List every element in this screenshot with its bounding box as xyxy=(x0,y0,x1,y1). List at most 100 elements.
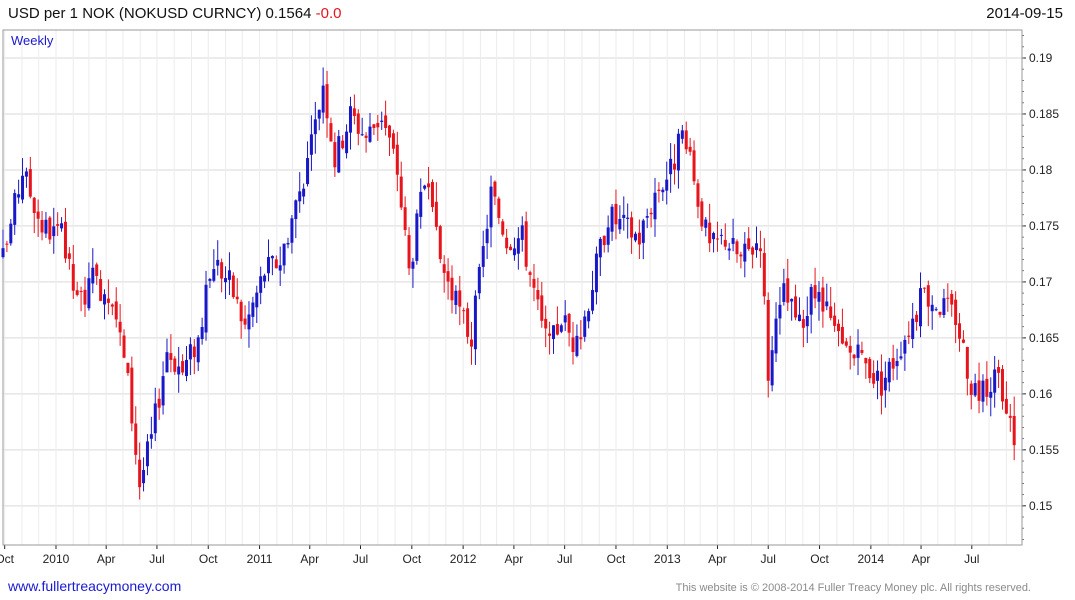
candle-body xyxy=(630,217,634,238)
candle-body xyxy=(407,235,411,269)
candle-body xyxy=(403,207,407,230)
candle-body xyxy=(540,295,544,321)
candle-body xyxy=(786,278,790,303)
candle-body xyxy=(555,323,559,335)
candle-body xyxy=(477,267,481,294)
candle-body xyxy=(993,369,997,393)
candle-body xyxy=(196,337,200,363)
candle-body xyxy=(895,360,899,367)
candle-body xyxy=(1004,398,1008,414)
candle-body xyxy=(766,299,770,381)
candle-body xyxy=(434,201,438,227)
candle-body xyxy=(255,292,259,308)
candle-body xyxy=(868,358,872,379)
candle-body xyxy=(989,391,993,398)
candle-body xyxy=(52,226,56,237)
candle-body xyxy=(688,146,692,152)
candle-body xyxy=(384,115,388,128)
x-tick-label: Jul xyxy=(353,552,368,566)
candle-body xyxy=(973,383,977,396)
candle-body xyxy=(673,163,677,170)
candle-body xyxy=(825,301,829,307)
site-link[interactable]: www.fullertreacymoney.com xyxy=(8,578,181,594)
y-tick-label: 0.17 xyxy=(1029,275,1053,289)
candle-body xyxy=(388,125,392,138)
candle-body xyxy=(134,423,138,455)
candle-body xyxy=(71,264,75,291)
candle-body xyxy=(704,219,708,228)
candle-body xyxy=(649,212,653,215)
x-tick-label: 2012 xyxy=(450,552,477,566)
candle-body xyxy=(470,339,474,347)
candle-body xyxy=(63,221,67,259)
candle-body xyxy=(149,434,153,439)
candle-body xyxy=(958,323,962,339)
candle-body xyxy=(524,221,528,267)
candle-body xyxy=(614,203,618,225)
candle-body xyxy=(60,223,64,229)
candle-body xyxy=(348,106,352,133)
candle-body xyxy=(364,135,368,138)
y-tick-label: 0.16 xyxy=(1029,387,1053,401)
candle-body xyxy=(83,289,87,305)
candle-body xyxy=(446,271,450,282)
candle-body xyxy=(567,313,571,333)
candle-body xyxy=(313,119,317,135)
y-tick-label: 0.15 xyxy=(1029,499,1053,513)
candle-body xyxy=(302,188,306,197)
candle-body xyxy=(879,371,883,396)
candle-body xyxy=(227,270,231,280)
candle-body xyxy=(977,380,981,401)
candle-body xyxy=(587,311,591,322)
candle-body xyxy=(181,361,185,373)
candle-body xyxy=(645,216,649,218)
candle-body xyxy=(516,238,520,254)
candle-body xyxy=(91,267,95,284)
candle-body xyxy=(184,359,188,377)
copyright-notice: This website is © 2008-2014 Fuller Treac… xyxy=(675,582,1031,594)
candle-body xyxy=(200,327,204,340)
candle-body xyxy=(684,130,688,150)
candle-body xyxy=(801,319,805,328)
candle-body xyxy=(700,201,704,227)
candle-body xyxy=(427,183,431,188)
x-tick-label: Oct xyxy=(402,552,421,566)
candle-body xyxy=(231,275,235,298)
candle-body xyxy=(5,243,9,245)
candle-body xyxy=(95,264,99,276)
candle-body xyxy=(126,362,130,374)
plot-frame xyxy=(2,29,1023,546)
candle-body xyxy=(911,318,915,340)
candle-body xyxy=(247,314,251,330)
candle-body xyxy=(864,357,868,364)
candle-body xyxy=(481,246,485,267)
candle-body xyxy=(583,316,587,337)
candle-body xyxy=(106,298,110,303)
candle-body xyxy=(618,218,622,230)
candle-body xyxy=(21,175,25,200)
candle-body xyxy=(758,248,762,252)
candle-body xyxy=(270,255,274,259)
candle-body xyxy=(352,108,356,117)
candle-body xyxy=(813,285,817,299)
x-tick-label: Jul xyxy=(761,552,776,566)
candle-body xyxy=(122,335,126,358)
candle-body xyxy=(680,130,684,139)
candle-body xyxy=(1,248,5,258)
candle-body xyxy=(454,290,458,305)
candle-body xyxy=(423,185,427,189)
x-tick-label: Apr xyxy=(912,552,931,566)
candle-body xyxy=(188,344,192,360)
candlestick-chart: 0.15 0.155 0.16 0.165 0.17 0.175 0.18 0.185 0.19… xyxy=(0,29,1059,566)
candle-body xyxy=(509,246,513,251)
candle-body xyxy=(544,318,548,329)
candle-body xyxy=(380,120,384,122)
candle-body xyxy=(821,287,825,312)
candle-body xyxy=(528,272,532,275)
candle-body xyxy=(915,314,919,323)
candle-body xyxy=(692,150,696,182)
candle-body xyxy=(505,237,509,249)
candle-body xyxy=(204,284,208,333)
candle-body xyxy=(954,299,958,325)
candle-body xyxy=(794,296,798,318)
